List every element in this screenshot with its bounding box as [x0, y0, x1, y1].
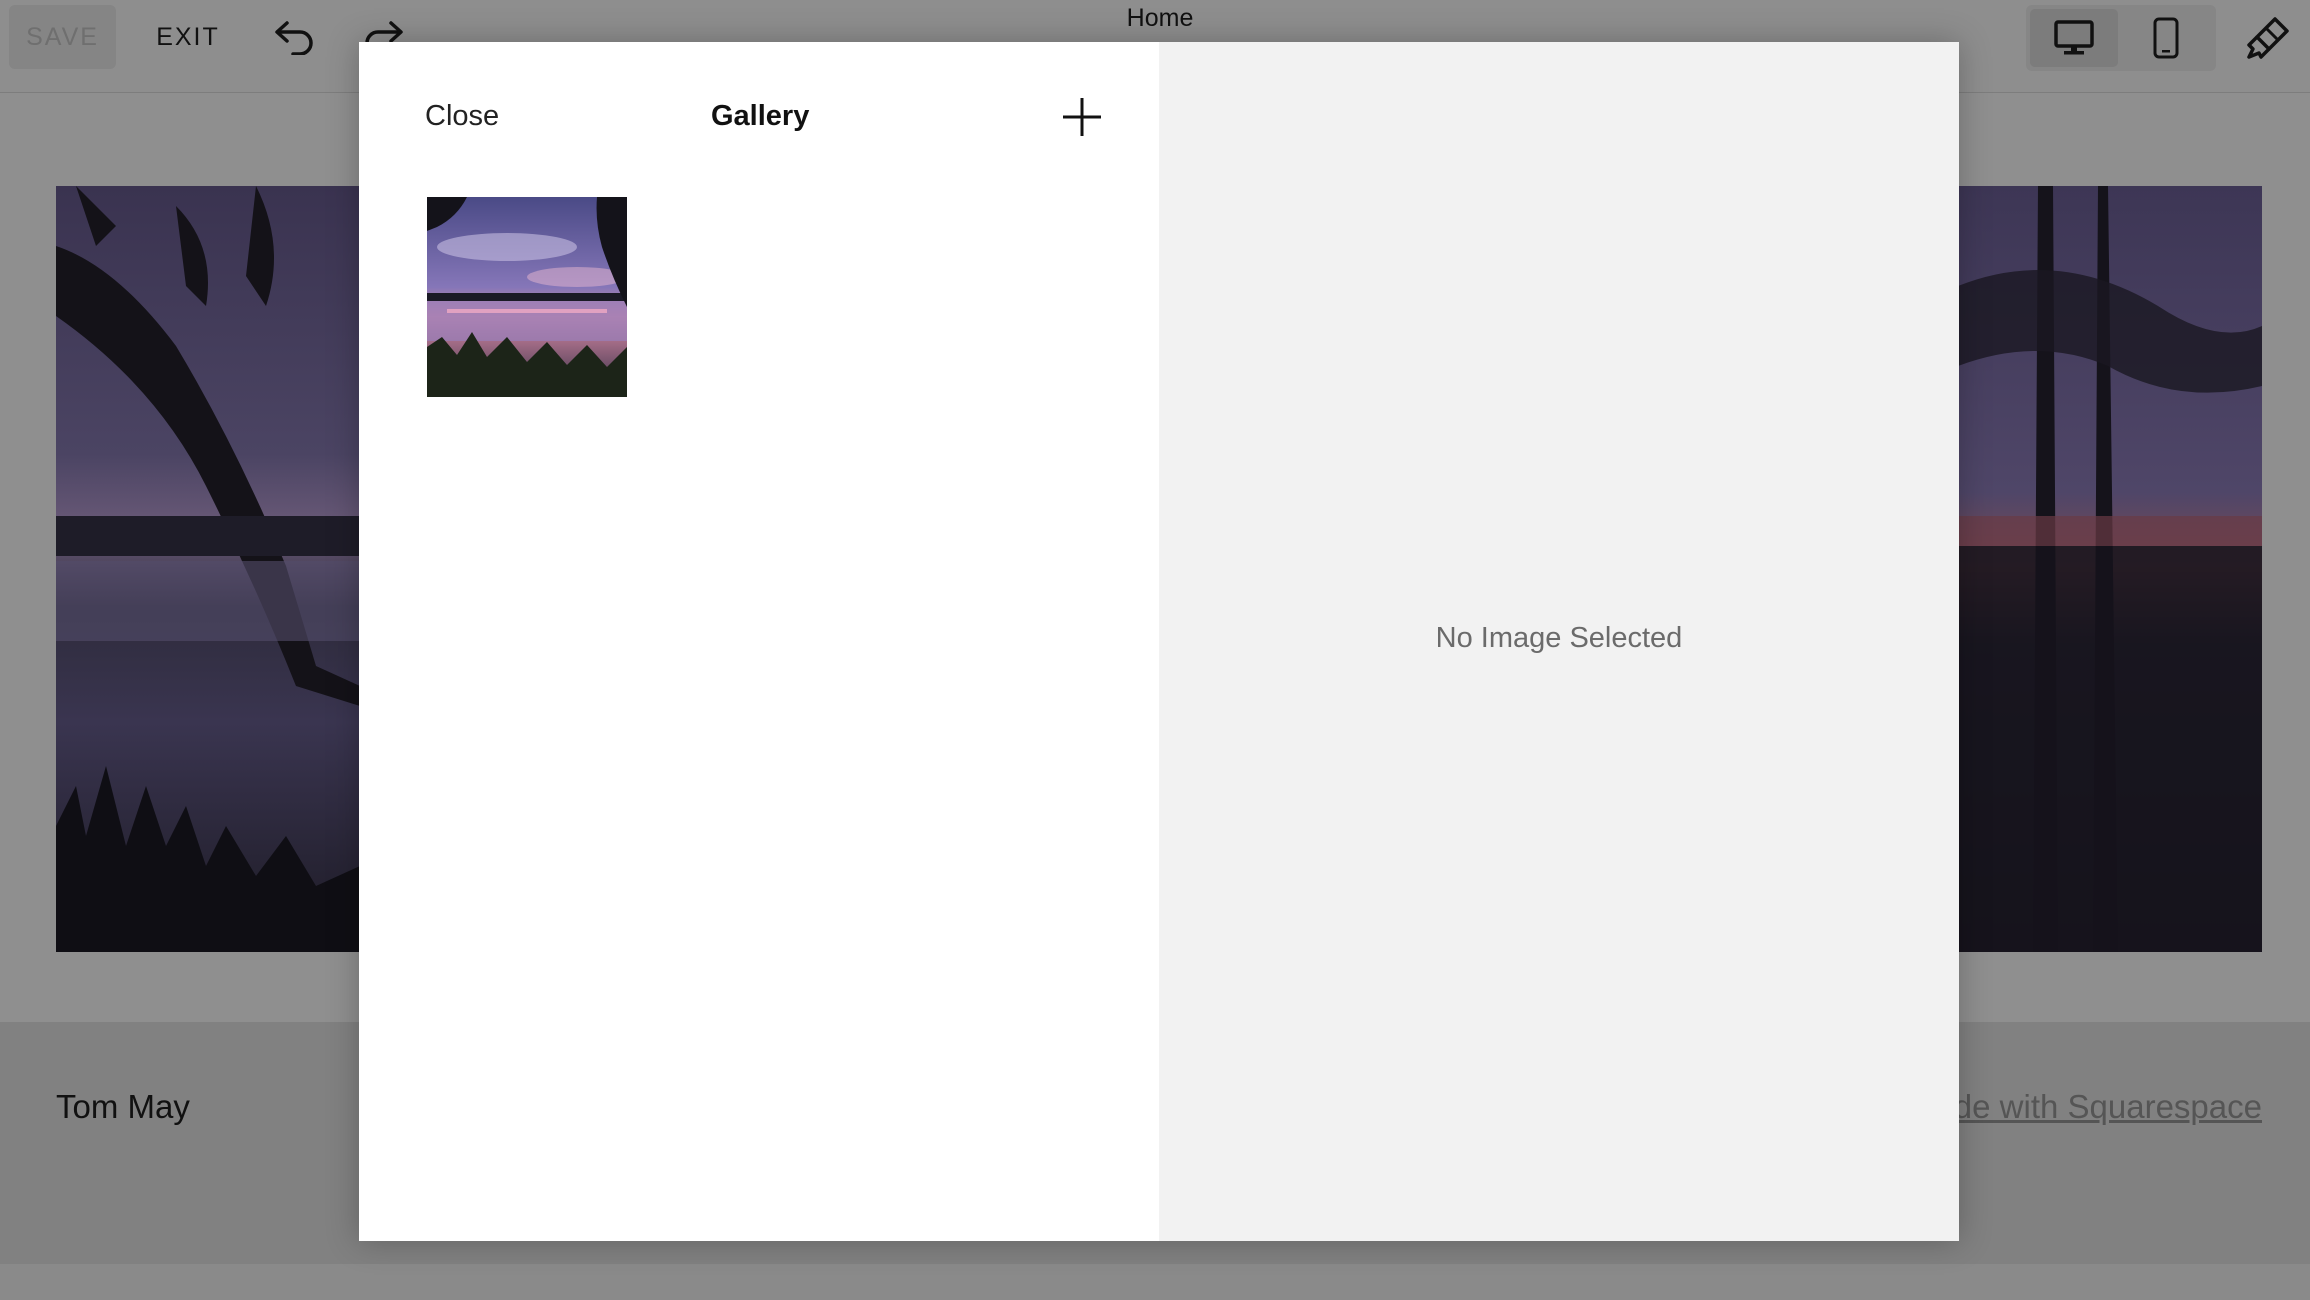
close-button[interactable]: Close	[425, 100, 499, 133]
tree-silhouette-right	[1958, 186, 2262, 952]
undo-icon	[275, 21, 313, 55]
plus-icon	[1063, 98, 1101, 136]
mobile-icon	[2153, 17, 2179, 59]
no-image-selected-text: No Image Selected	[1435, 622, 1683, 654]
image-preview-panel: No Image Selected	[1159, 42, 1959, 1241]
gallery-modal: Close Gallery No Image Selected	[359, 42, 1959, 1241]
paintbrush-icon	[2247, 17, 2289, 59]
gallery-panel: Close Gallery	[359, 42, 1159, 1241]
footer-site-name: Tom May	[56, 1088, 190, 1125]
desktop-view-button[interactable]	[2030, 9, 2118, 67]
page-title[interactable]: Home	[1080, 4, 1240, 33]
mobile-view-button[interactable]	[2122, 9, 2210, 67]
lake-sunset-thumbnail	[427, 197, 627, 397]
exit-button[interactable]: EXIT	[140, 5, 236, 69]
undo-button[interactable]	[270, 10, 320, 60]
background-image-left	[56, 186, 360, 952]
background-image-right	[1958, 186, 2262, 952]
tree-silhouette-left	[56, 186, 360, 952]
bottom-strip	[0, 1264, 2310, 1300]
site-styles-button[interactable]	[2240, 10, 2296, 66]
desktop-icon	[2054, 20, 2094, 55]
add-image-button[interactable]	[1059, 94, 1105, 140]
footer-made-with-link[interactable]: Made with Squarespace	[1958, 1088, 2262, 1126]
gallery-title: Gallery	[711, 100, 810, 132]
save-button[interactable]: SAVE	[9, 5, 116, 69]
gallery-thumbnail[interactable]	[427, 197, 627, 397]
